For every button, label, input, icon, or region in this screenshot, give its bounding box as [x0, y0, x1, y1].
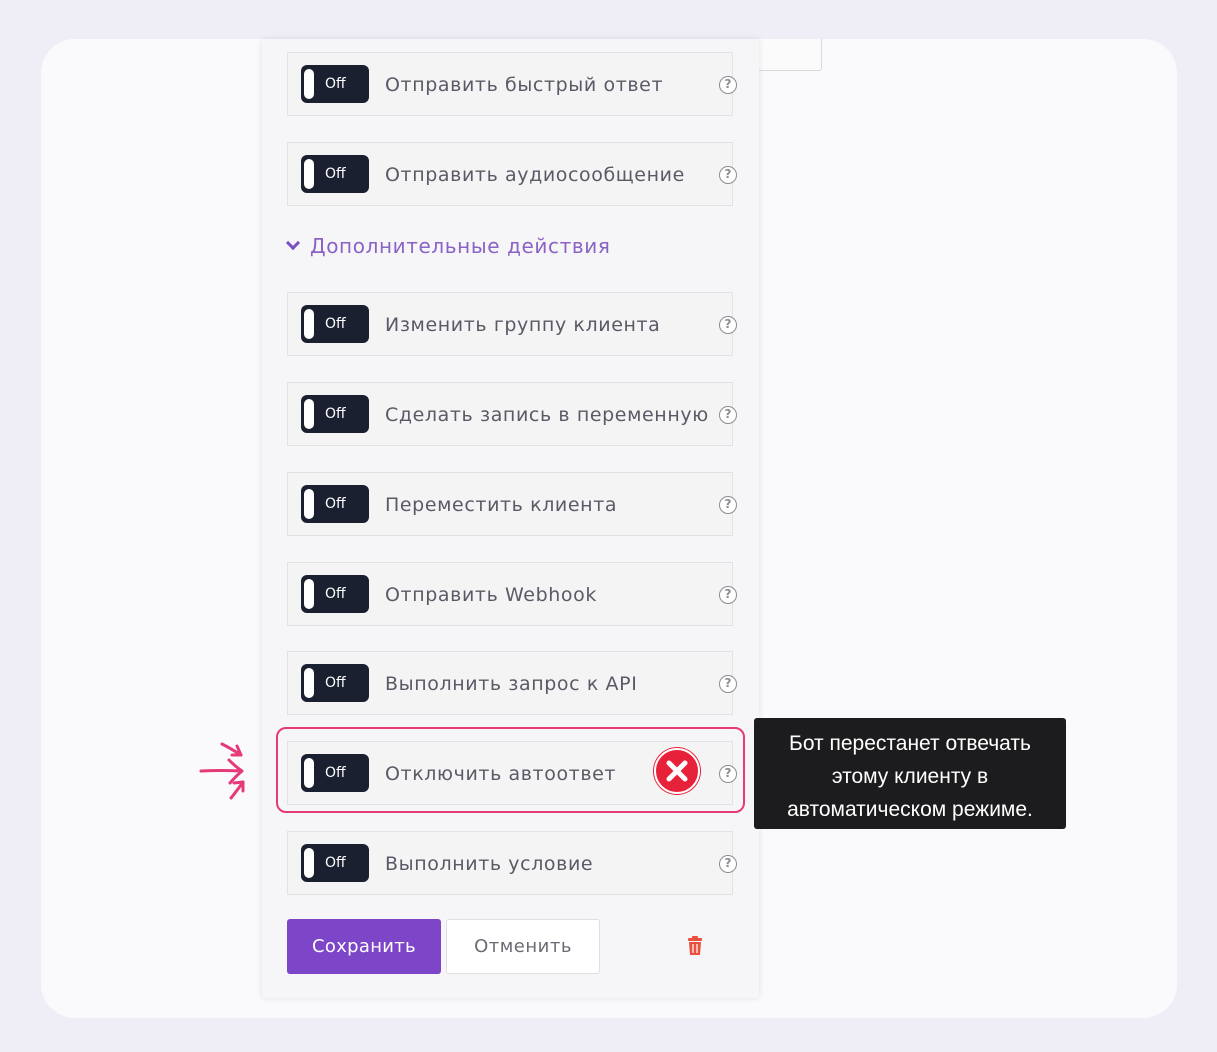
- error-x-icon: [654, 748, 700, 794]
- toggle-state: Off: [325, 855, 346, 871]
- toggle-knob: [304, 399, 314, 429]
- toggle-knob: [304, 159, 314, 189]
- help-icon[interactable]: ?: [719, 406, 737, 424]
- tooltip-line: этому клиенту в: [831, 765, 989, 788]
- action-row-run-condition: Off Выполнить условие ?: [287, 831, 737, 895]
- action-label: Выполнить запрос к API: [385, 673, 638, 695]
- save-button[interactable]: Сохранить: [287, 919, 441, 974]
- toggle-state: Off: [325, 166, 346, 182]
- toggle-knob: [304, 69, 314, 99]
- tooltip-line: Бот перестанет отвечать: [789, 732, 1031, 755]
- toggle-state: Off: [325, 76, 346, 92]
- help-icon[interactable]: ?: [719, 586, 737, 604]
- toggle-state: Off: [325, 406, 346, 422]
- action-label: Отправить Webhook: [385, 584, 597, 606]
- section-title: Дополнительные действия: [310, 234, 611, 258]
- section-toggle-additional-actions[interactable]: Дополнительные действия: [285, 234, 611, 260]
- toggle-switch[interactable]: Off: [301, 395, 369, 433]
- trash-icon[interactable]: [687, 936, 703, 956]
- toggle-switch[interactable]: Off: [301, 664, 369, 702]
- toggle-switch[interactable]: Off: [301, 844, 369, 882]
- toggle-state: Off: [325, 316, 346, 332]
- toggle-knob: [304, 489, 314, 519]
- toggle-knob: [304, 579, 314, 609]
- toggle-switch[interactable]: Off: [301, 575, 369, 613]
- action-row-webhook: Off Отправить Webhook ?: [287, 562, 737, 626]
- pointer-arrow-icon: [199, 742, 245, 800]
- toggle-knob: [304, 309, 314, 339]
- action-label: Переместить клиента: [385, 494, 618, 516]
- help-icon[interactable]: ?: [719, 166, 737, 184]
- toggle-state: Off: [325, 496, 346, 512]
- action-label: Отправить быстрый ответ: [385, 74, 664, 96]
- help-icon[interactable]: ?: [719, 76, 737, 94]
- toggle-switch[interactable]: Off: [301, 65, 369, 103]
- toggle-switch[interactable]: Off: [301, 305, 369, 343]
- help-icon[interactable]: ?: [719, 675, 737, 693]
- action-label: Отправить аудиосообщение: [385, 164, 685, 186]
- action-row-move-client: Off Переместить клиента ?: [287, 472, 737, 536]
- toggle-state: Off: [325, 675, 346, 691]
- action-row-audio-message: Off Отправить аудиосообщение ?: [287, 142, 737, 206]
- toggle-switch[interactable]: Off: [301, 155, 369, 193]
- action-label: Выполнить условие: [385, 853, 594, 875]
- action-row-change-group: Off Изменить группу клиента ?: [287, 292, 737, 356]
- help-icon[interactable]: ?: [719, 855, 737, 873]
- toggle-knob: [304, 848, 314, 878]
- chevron-down-icon: [285, 235, 301, 251]
- help-tooltip: Бот перестанет отвечать этому клиенту в …: [754, 718, 1066, 829]
- cancel-button[interactable]: Отменить: [446, 919, 600, 974]
- toggle-switch[interactable]: Off: [301, 485, 369, 523]
- action-row-api-request: Off Выполнить запрос к API ?: [287, 651, 737, 715]
- help-icon[interactable]: ?: [719, 316, 737, 334]
- action-label: Изменить группу клиента: [385, 314, 661, 336]
- action-row-write-variable: Off Сделать запись в переменную ?: [287, 382, 737, 446]
- toggle-state: Off: [325, 586, 346, 602]
- action-label: Сделать запись в переменную: [385, 404, 709, 426]
- action-row-quick-reply: Off Отправить быстрый ответ ?: [287, 52, 737, 116]
- background-node-box: [758, 39, 822, 71]
- help-icon[interactable]: ?: [719, 496, 737, 514]
- toggle-knob: [304, 668, 314, 698]
- tooltip-line: автоматическом режиме.: [787, 798, 1033, 821]
